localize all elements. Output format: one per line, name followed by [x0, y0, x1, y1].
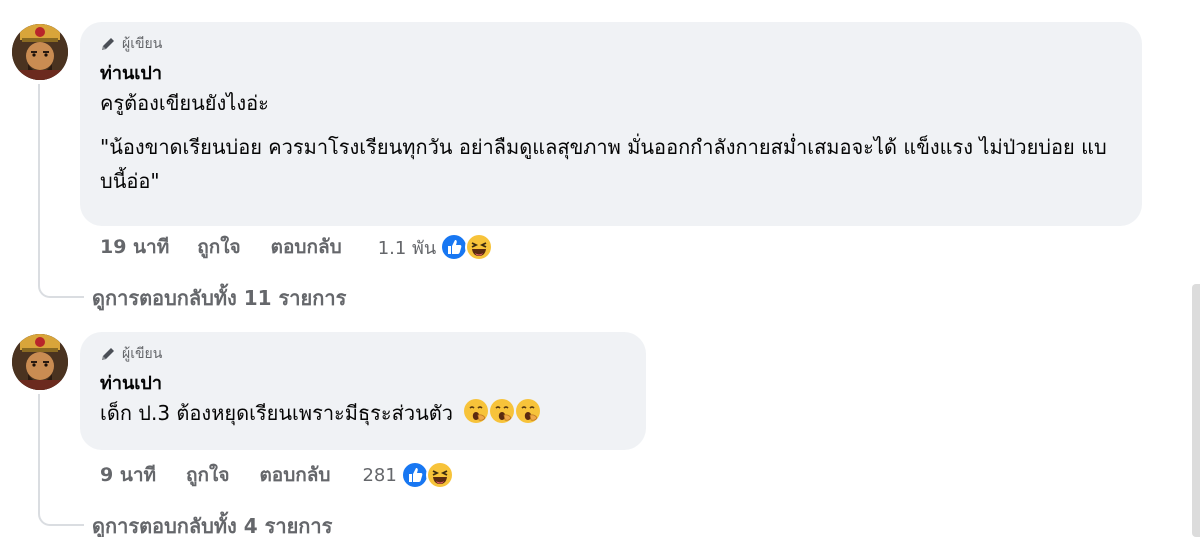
comment-timestamp[interactable]: 19 นาที: [100, 232, 169, 262]
author-badge: ผู้เขียน: [100, 34, 1124, 54]
comment-timestamp[interactable]: 9 นาที: [100, 460, 156, 490]
author-name[interactable]: ท่านเปา: [100, 62, 1124, 86]
author-name[interactable]: ท่านเปา: [100, 372, 628, 396]
like-button[interactable]: ถูกใจ: [197, 232, 240, 262]
like-icon: [440, 233, 469, 261]
yawning-face-icon: [463, 398, 489, 434]
view-replies-link[interactable]: ดูการตอบกลับทั้ง 11 รายการ: [92, 282, 346, 314]
reply-thread-line: [38, 84, 84, 298]
comments-section: ผู้เขียน ท่านเปา ครูต้องเขียนยังไงอ่ะ "น…: [0, 0, 1200, 537]
author-badge: ผู้เขียน: [100, 344, 628, 364]
reaction-summary[interactable]: 281: [362, 461, 454, 489]
avatar-image: [12, 24, 68, 80]
reaction-count: 281: [362, 464, 397, 486]
badge-label: ผู้เขียน: [122, 346, 163, 362]
comment-text-body: เด็ก ป.3 ต้องหยุดเรียนเพราะมีธุระส่วนตัว: [100, 401, 453, 425]
comment-bubble: ผู้เขียน ท่านเปา เด็ก ป.3 ต้องหยุดเรียนเ…: [80, 332, 646, 450]
comment-text: เด็ก ป.3 ต้องหยุดเรียนเพราะมีธุระส่วนตัว: [100, 396, 628, 434]
yawning-face-icon: [515, 398, 541, 434]
comment-actions: 19 นาที ถูกใจ ตอบกลับ 1.1 พัน: [100, 232, 494, 262]
pencil-icon: [102, 38, 114, 50]
pencil-icon: [102, 348, 114, 360]
scrollbar-thumb[interactable]: [1192, 284, 1200, 537]
comment-quote: "น้องขาดเรียนบ่อย ควรมาโรงเรียนทุกวัน อย…: [100, 135, 1107, 193]
reply-thread-line: [38, 394, 84, 526]
avatar[interactable]: [12, 24, 68, 80]
like-button[interactable]: ถูกใจ: [186, 460, 229, 490]
avatar[interactable]: [12, 334, 68, 390]
yawning-face-icon: [489, 398, 515, 434]
reply-button[interactable]: ตอบกลับ: [259, 460, 330, 490]
reaction-summary[interactable]: 1.1 พัน: [378, 233, 494, 262]
like-icon: [400, 461, 429, 489]
reaction-count: 1.1 พัน: [377, 237, 437, 259]
badge-label: ผู้เขียน: [122, 36, 163, 52]
haha-icon: [465, 233, 494, 261]
avatar-image: [12, 334, 68, 390]
haha-icon: [425, 461, 454, 489]
reply-button[interactable]: ตอบกลับ: [271, 232, 342, 262]
comment-actions: 9 นาที ถูกใจ ตอบกลับ 281: [100, 460, 454, 490]
comment-bubble: ผู้เขียน ท่านเปา ครูต้องเขียนยังไงอ่ะ "น…: [80, 22, 1142, 226]
comment-text: ครูต้องเขียนยังไงอ่ะ: [100, 91, 269, 115]
view-replies-link[interactable]: ดูการตอบกลับทั้ง 4 รายการ: [92, 510, 332, 537]
